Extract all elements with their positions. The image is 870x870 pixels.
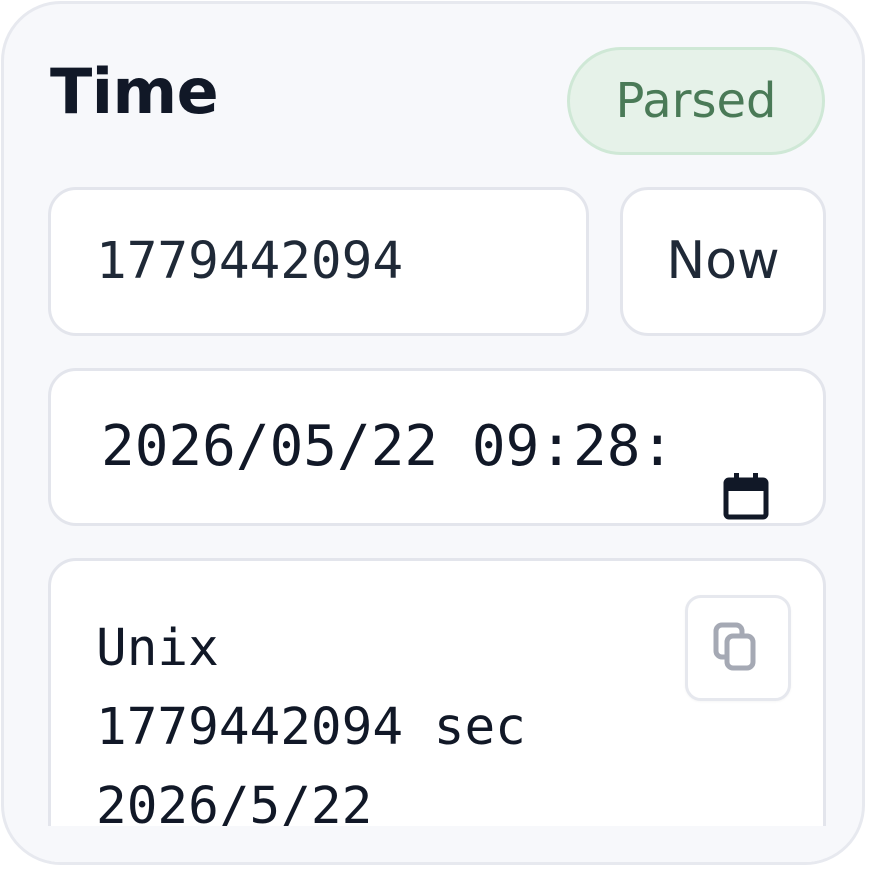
result-line-seconds: 1779442094 sec <box>96 698 526 757</box>
status-badge: Parsed <box>567 47 825 155</box>
result-panel: Unix 1779442094 sec 2026/5/22 <box>48 558 826 862</box>
now-button[interactable]: Now <box>620 187 826 336</box>
card-footer <box>4 826 862 862</box>
copy-button[interactable] <box>685 595 791 701</box>
calendar-icon[interactable] <box>723 426 769 520</box>
time-card: Time Parsed 1779442094 Now 2026/05/22 09… <box>1 1 865 865</box>
result-lines: Unix 1779442094 sec 2026/5/22 <box>96 609 526 846</box>
datetime-input[interactable]: 2026/05/22 09:28: <box>48 368 826 526</box>
result-line-label: Unix <box>96 619 219 678</box>
copy-icon <box>713 622 756 671</box>
datetime-input-value: 2026/05/22 09:28: <box>101 414 675 479</box>
card-title: Time <box>50 55 219 128</box>
timestamp-input[interactable]: 1779442094 <box>48 187 589 336</box>
